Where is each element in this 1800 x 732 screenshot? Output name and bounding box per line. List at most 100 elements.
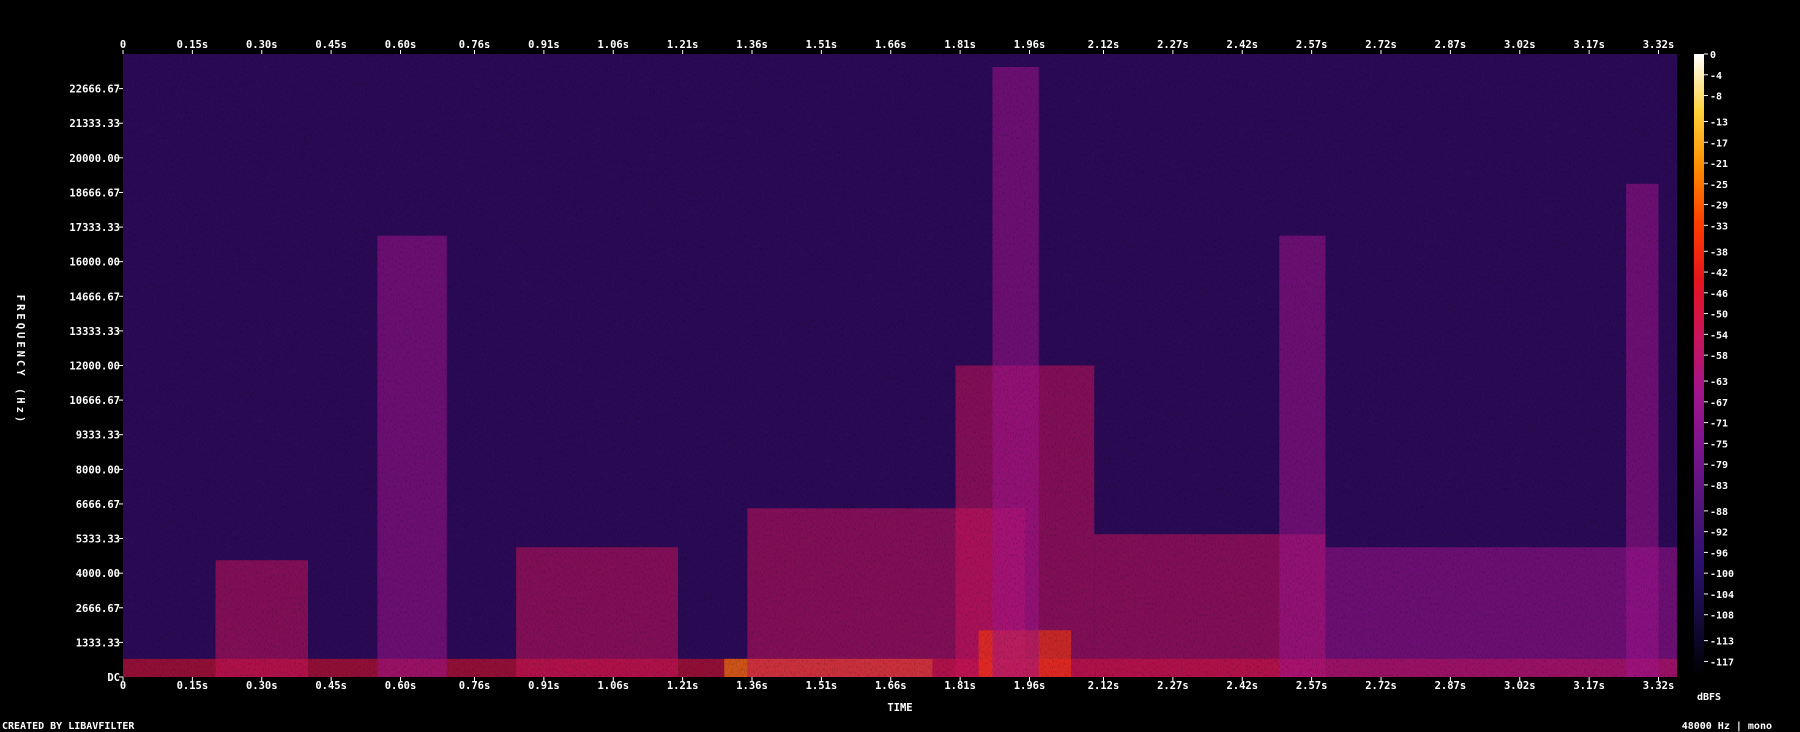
x-tick-top-label: 2.57s (1296, 39, 1328, 51)
y-tick-label: 6666.67 (76, 499, 120, 511)
x-tick-bottom-label: 0 (120, 680, 126, 692)
x-axis-bottom: 0 0.15s 0.30s 0.45s 0.60s 0.76s 0.91s 1.06s 1.21… (120, 677, 1674, 692)
colorbar-tick-label: -71 (1710, 419, 1728, 430)
spectrogram-noise-texture (123, 54, 1677, 677)
colorbar-tick-label: -4 (1710, 71, 1722, 82)
y-tick-label: 5333.33 (76, 534, 120, 546)
colorbar-tick-label: -21 (1710, 159, 1728, 170)
colorbar: 0 -4 -8 -13 -17 -21 -25 -29 -33 -38 -42 -46 -50 -54 -5… (1694, 50, 1734, 703)
x-tick-bottom-label: 2.57s (1296, 680, 1328, 692)
x-tick-bottom-label: 1.81s (944, 680, 976, 692)
x-tick-top-label: 2.42s (1226, 39, 1258, 51)
x-tick-top-label: 2.72s (1365, 39, 1397, 51)
colorbar-tick-label: -42 (1710, 268, 1728, 279)
y-tick-label: 10666.67 (69, 395, 120, 407)
colorbar-tick-label: -17 (1710, 138, 1728, 149)
x-tick-top-label: 0.60s (385, 39, 417, 51)
colorbar-tick-label: -113 (1710, 637, 1734, 648)
x-tick-bottom-label: 0.76s (459, 680, 491, 692)
x-tick-top-label: 1.81s (944, 39, 976, 51)
colorbar-tick-label: -100 (1710, 569, 1734, 580)
x-tick-bottom-label: 1.51s (806, 680, 838, 692)
x-tick-top-label: 1.96s (1014, 39, 1046, 51)
x-tick-top-label: 2.12s (1088, 39, 1120, 51)
y-tick-label: 13333.33 (69, 326, 120, 338)
colorbar-tick-label: -92 (1710, 528, 1728, 539)
colorbar-tick-label: -75 (1710, 439, 1728, 450)
colorbar-tick-label: -33 (1710, 221, 1728, 232)
colorbar-unit-label: dBFS (1697, 692, 1721, 703)
y-tick-label: 1333.33 (76, 637, 120, 649)
colorbar-tick-label: -58 (1710, 351, 1728, 362)
x-tick-top-label: 0.76s (459, 39, 491, 51)
x-axis-label: TIME (887, 702, 912, 714)
colorbar-tick-label: -88 (1710, 507, 1728, 518)
colorbar-gradient (1694, 54, 1704, 677)
x-tick-bottom-label: 3.02s (1504, 680, 1536, 692)
x-tick-bottom-label: 2.27s (1157, 680, 1189, 692)
x-tick-top-label: 1.21s (667, 39, 699, 51)
y-tick-label: 2666.67 (76, 603, 120, 615)
colorbar-tick-label: -38 (1710, 247, 1728, 258)
colorbar-ticks: 0 -4 -8 -13 -17 -21 -25 -29 -33 -38 -42 -46 -50 -54 -5… (1704, 50, 1734, 668)
x-tick-top-label: 0.91s (528, 39, 560, 51)
x-tick-bottom-label: 2.72s (1365, 680, 1397, 692)
x-tick-bottom-label: 2.42s (1226, 680, 1258, 692)
x-tick-top-label: 3.02s (1504, 39, 1536, 51)
x-tick-bottom-label: 1.66s (875, 680, 907, 692)
y-tick-label: 20000.00 (69, 153, 120, 165)
x-tick-bottom-label: 1.21s (667, 680, 699, 692)
colorbar-tick-label: -104 (1710, 590, 1734, 601)
y-tick-label: 16000.00 (69, 257, 120, 269)
y-tick-label: 21333.33 (69, 118, 120, 130)
y-tick-label: 12000.00 (69, 361, 120, 373)
colorbar-tick-label: -79 (1710, 460, 1728, 471)
colorbar-tick-label: -13 (1710, 117, 1728, 128)
x-axis-top: 0 0.15s 0.30s 0.45s 0.60s 0.76s 0.91s 1.06s 1.21… (120, 39, 1674, 54)
y-tick-label: 8000.00 (76, 464, 120, 476)
colorbar-tick-label: -50 (1710, 310, 1728, 321)
x-tick-bottom-label: 1.06s (597, 680, 629, 692)
x-tick-top-label: 1.36s (736, 39, 768, 51)
y-axis-label: FREQUENCY (Hz) (14, 295, 26, 426)
colorbar-tick-label: -108 (1710, 611, 1734, 622)
colorbar-tick-label: -46 (1710, 289, 1728, 300)
created-by-label: CREATED BY LIBAVFILTER (2, 721, 135, 732)
audio-info-label: 48000 Hz | mono (1682, 721, 1772, 732)
x-tick-bottom-label: 1.36s (736, 680, 768, 692)
colorbar-tick-label: -54 (1710, 330, 1728, 341)
colorbar-tick-label: -117 (1710, 657, 1734, 668)
x-tick-top-label: 0.30s (246, 39, 278, 51)
x-tick-bottom-label: 0.30s (246, 680, 278, 692)
x-tick-bottom-label: 1.96s (1014, 680, 1046, 692)
x-tick-bottom-label: 0.91s (528, 680, 560, 692)
spectrogram-plot (123, 54, 1677, 678)
x-tick-top-label: 2.27s (1157, 39, 1189, 51)
x-tick-top-label: 1.66s (875, 39, 907, 51)
x-tick-top-label: 1.06s (597, 39, 629, 51)
spectrogram-figure: 0 0.15s 0.30s 0.45s 0.60s 0.76s 0.91s 1.06s 1.21… (2, 39, 1772, 732)
x-tick-bottom-label: 0.15s (177, 680, 209, 692)
x-tick-bottom-label: 2.12s (1088, 680, 1120, 692)
x-tick-top-label: 2.87s (1435, 39, 1467, 51)
x-tick-top-label: 1.51s (806, 39, 838, 51)
x-tick-top-label: 3.17s (1573, 39, 1605, 51)
x-tick-top-label: 0 (120, 39, 126, 51)
x-tick-top-label: 0.15s (177, 39, 209, 51)
y-tick-label: 17333.33 (69, 222, 120, 234)
y-tick-label: 18666.67 (69, 187, 120, 199)
y-tick-label: 9333.33 (76, 430, 120, 442)
colorbar-tick-label: -25 (1710, 180, 1728, 191)
x-tick-top-label: 3.32s (1643, 39, 1675, 51)
colorbar-tick-label: -67 (1710, 398, 1728, 409)
colorbar-tick-label: -96 (1710, 548, 1728, 559)
x-tick-bottom-label: 0.45s (315, 680, 347, 692)
colorbar-tick-label: -83 (1710, 481, 1728, 492)
colorbar-tick-label: -63 (1710, 377, 1728, 388)
x-tick-bottom-label: 3.32s (1643, 680, 1675, 692)
x-tick-bottom-label: 0.60s (385, 680, 417, 692)
y-axis: DC 1333.33 2666.67 4000.00 5333.33 6666.67 800… (69, 84, 123, 684)
y-tick-label: DC (107, 672, 120, 684)
x-tick-bottom-label: 3.17s (1573, 680, 1605, 692)
colorbar-tick-label: -29 (1710, 201, 1728, 212)
